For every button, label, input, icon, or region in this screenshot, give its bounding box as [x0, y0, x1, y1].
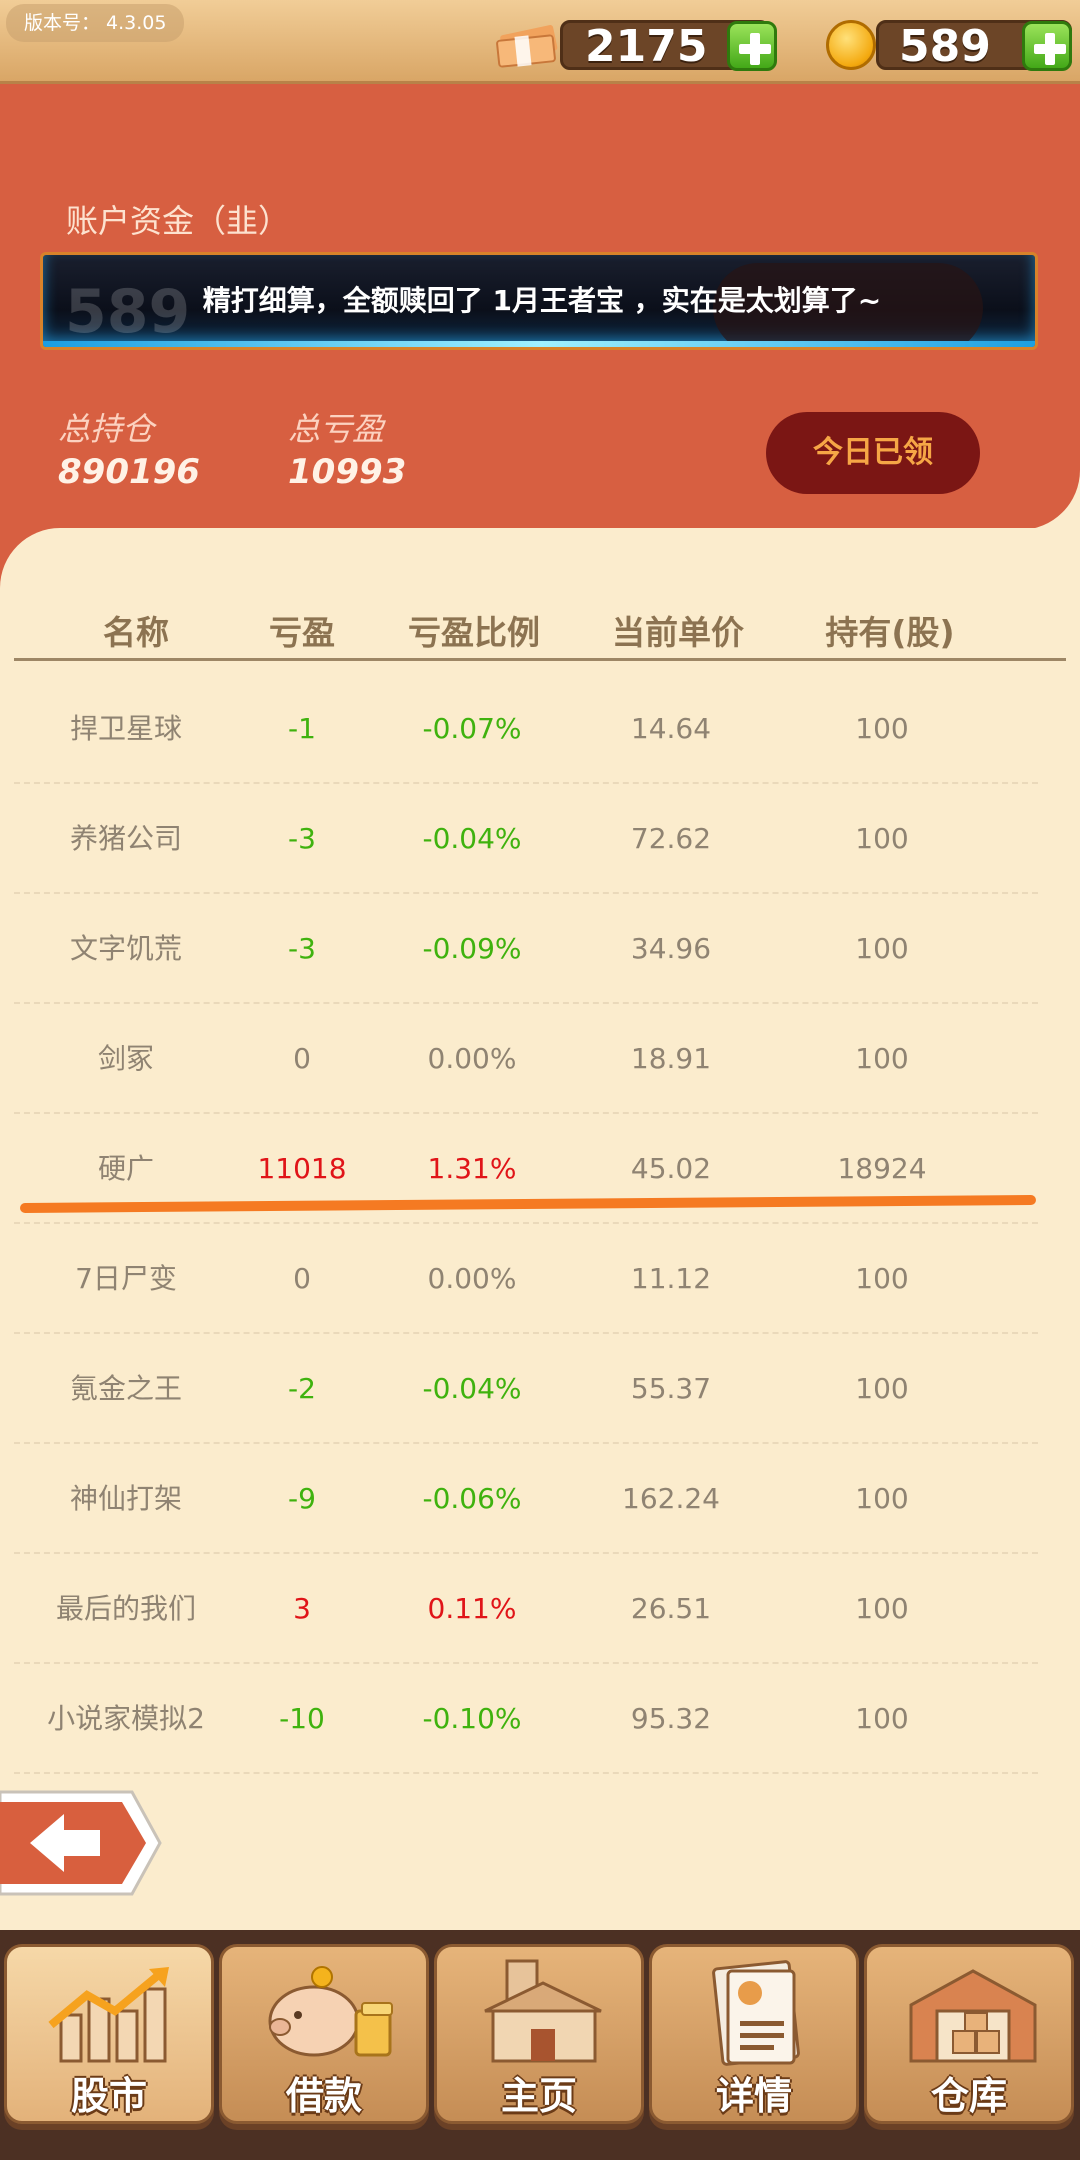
- table-header-divider: [14, 658, 1066, 661]
- nav-item-profile-card[interactable]: 详情: [649, 1944, 859, 2124]
- cell-hold: 18924: [837, 1152, 927, 1185]
- total-position-label: 总持仓: [58, 410, 155, 448]
- cell-hold: 100: [855, 1262, 909, 1295]
- table-row[interactable]: 小说家模拟2 -10 -0.10% 95.32 100: [0, 1664, 1080, 1774]
- table-row[interactable]: 7日尸变 0 0.00% 11.12 100: [0, 1224, 1080, 1334]
- coin-value: 589: [899, 21, 991, 72]
- table-row[interactable]: 神仙打架 -9 -0.06% 162.24 100: [0, 1444, 1080, 1554]
- coin-icon: [826, 20, 876, 70]
- cell-hold: 100: [855, 1372, 909, 1405]
- table-row[interactable]: 捍卫星球 -1 -0.07% 14.64 100: [0, 674, 1080, 784]
- stock-chart-icon: [48, 1967, 169, 2063]
- cell-hold: 100: [855, 1482, 909, 1515]
- version-label: 版本号： 4.3.05: [6, 4, 185, 42]
- total-pnl-label: 总亏盈: [288, 410, 385, 448]
- table-row[interactable]: 最后的我们 3 0.11% 26.51 100: [0, 1554, 1080, 1664]
- cell-hold: 100: [855, 1042, 909, 1075]
- account-funds-label: 账户资金（韭）: [66, 202, 291, 240]
- piggy-bank-icon: [268, 1966, 393, 2057]
- table-row[interactable]: 氪金之王 -2 -0.04% 55.37 100: [0, 1334, 1080, 1444]
- profile-card-icon: [712, 1960, 800, 2066]
- cell-hold: 100: [855, 1702, 909, 1735]
- table-row[interactable]: 养猪公司 -3 -0.04% 72.62 100: [0, 784, 1080, 894]
- back-arrow-button[interactable]: [0, 1784, 166, 1902]
- add-coins-button[interactable]: [1022, 21, 1072, 71]
- daily-claim-button[interactable]: 今日已领: [766, 412, 980, 494]
- nav-label: 股市: [70, 2074, 147, 2118]
- cash-value: 2175: [585, 21, 708, 72]
- notification-banner: 589 精打细算，全额赎回了 1月王者宝 ，实在是太划算了~: [40, 252, 1038, 350]
- warehouse-icon: [909, 1969, 1037, 2063]
- nav-label: 主页: [500, 2074, 577, 2118]
- table-row[interactable]: 文字饥荒 -3 -0.09% 34.96 100: [0, 894, 1080, 1004]
- add-cash-button[interactable]: [727, 21, 777, 71]
- cell-hold: 100: [855, 712, 909, 745]
- nav-item-home-building[interactable]: 主页: [434, 1944, 644, 2124]
- cell-hold: 100: [855, 1592, 909, 1625]
- total-position-value: 890196: [58, 452, 200, 492]
- cell-hold: 100: [855, 932, 909, 965]
- cell-hold: 100: [855, 822, 909, 855]
- nav-label: 仓库: [930, 2074, 1007, 2118]
- banner-message: 精打细算，全额赎回了 1月王者宝 ，实在是太划算了~: [202, 284, 882, 317]
- table-row[interactable]: 剑冢 0 0.00% 18.91 100: [0, 1004, 1080, 1114]
- nav-item-stock-chart[interactable]: 股市: [4, 1944, 214, 2124]
- home-building-icon: [484, 1959, 602, 2063]
- nav-item-piggy-bank[interactable]: 借款: [219, 1944, 429, 2124]
- nav-label: 详情: [715, 2074, 792, 2118]
- column-header-holding: 持有(股): [825, 613, 955, 652]
- nav-item-warehouse[interactable]: 仓库: [864, 1944, 1074, 2124]
- column-header-price: 当前单价: [612, 613, 744, 652]
- nav-label: 借款: [285, 2074, 362, 2118]
- total-pnl-value: 10993: [288, 452, 407, 492]
- cash-bundle-icon: [496, 25, 558, 68]
